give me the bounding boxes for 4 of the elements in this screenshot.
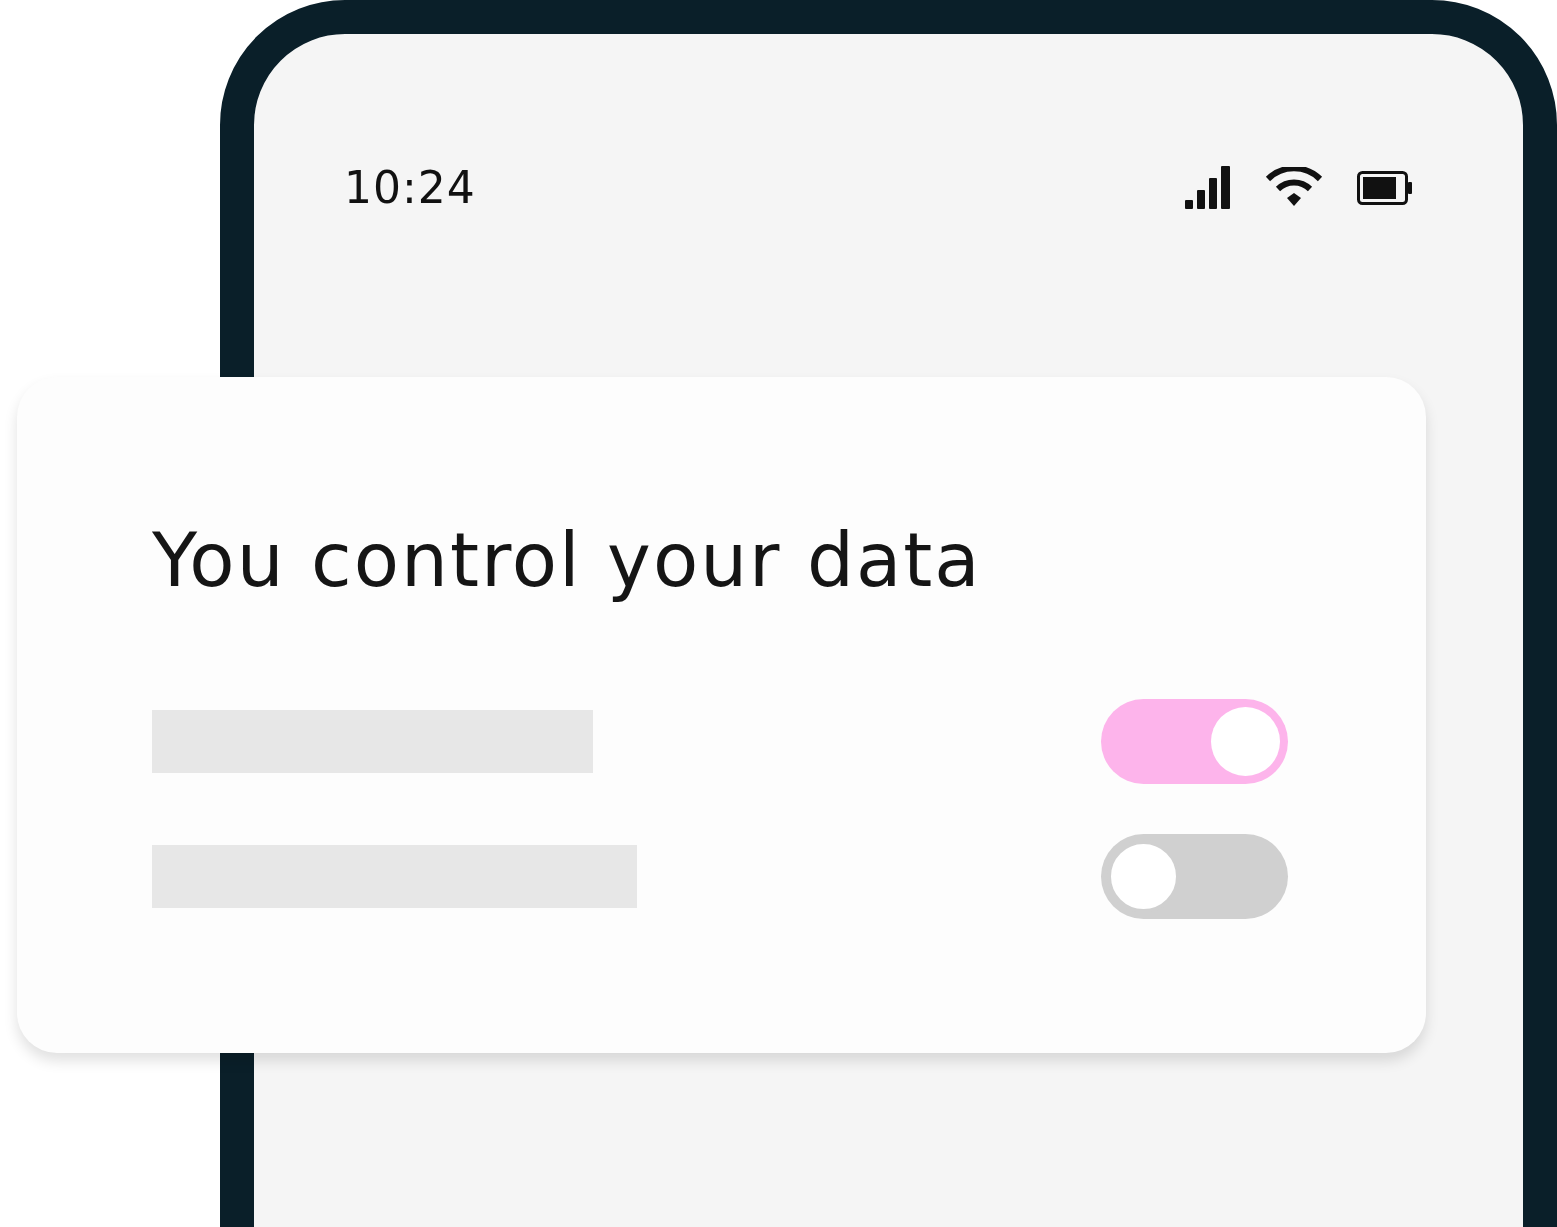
signal-icon — [1185, 165, 1231, 210]
battery-icon — [1357, 170, 1413, 205]
card-title: You control your data — [152, 517, 983, 603]
status-time: 10:24 — [344, 162, 476, 213]
